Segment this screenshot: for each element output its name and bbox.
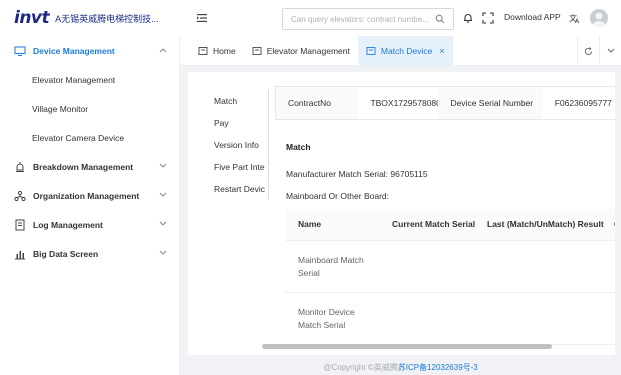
fullscreen-icon[interactable] [482, 12, 494, 24]
chevron-down-icon [159, 221, 167, 226]
sidebar-item-elevator-management[interactable]: Elevator Management [0, 65, 179, 94]
organization-icon [14, 190, 26, 201]
sidebar-group-device-management[interactable]: Device Management [0, 36, 179, 65]
row-name: Monitor Device Match Serial [286, 306, 380, 332]
footer: @Copyright ©英威腾苏ICP备12032639号-3 [180, 362, 621, 373]
contract-no-label: ContractNo [276, 87, 359, 119]
manufacturer-match-label: Manufacturer Match Serial: [286, 169, 389, 179]
anchor-divider [268, 90, 269, 200]
chevron-down-icon [607, 48, 614, 53]
search-input[interactable] [291, 14, 431, 24]
row-name-line1: Monitor Device [298, 306, 355, 317]
svg-text:A: A [575, 18, 580, 24]
table-header: Name Current Match Serial Last (Match/Un… [286, 209, 615, 241]
serial-number-value: F06236095777 [554, 98, 612, 108]
log-icon [15, 219, 25, 230]
manufacturer-match-value: 96705115 [390, 169, 428, 179]
sidebar-item-village-monitor[interactable]: Village Monitor [0, 94, 179, 123]
tab-home[interactable]: Home [190, 36, 244, 66]
anchor-five-part-intercom[interactable]: Five Part Inte [214, 156, 274, 178]
tab-tools [577, 36, 621, 66]
bell-icon[interactable] [462, 12, 474, 24]
anchor-pay[interactable]: Pay [214, 112, 274, 134]
chevron-down-icon [159, 192, 167, 197]
serial-number-label: Device Serial Number [438, 87, 543, 119]
chart-icon [15, 250, 25, 259]
brand-logo: invt [14, 8, 50, 28]
sidebar-group-breakdown-management[interactable]: Breakdown Management [0, 152, 179, 181]
row-name-line1: Mainboard Match [298, 254, 364, 265]
table-row: Monitor Device Match Serial [286, 293, 615, 345]
anchor-nav: Match Pay Version Info Five Part Inte Re… [214, 90, 274, 200]
row-name: Mainboard Match Serial [286, 254, 380, 280]
sidebar-group-log-management[interactable]: Log Management [0, 210, 179, 239]
tab-label: Home [213, 45, 236, 56]
top-header: Download APP 文 A [180, 0, 621, 36]
icp-link[interactable]: 苏ICP备12032639号-3 [398, 363, 478, 372]
table-row: Mainboard Match Serial [286, 241, 615, 293]
match-serial-table: Name Current Match Serial Last (Match/Un… [286, 209, 615, 345]
tab-bar: Home Elevator Management Match Device × [180, 35, 621, 66]
search-icon[interactable] [435, 14, 445, 24]
anchor-version-info[interactable]: Version Info [214, 134, 274, 156]
page-icon [198, 46, 208, 55]
column-header-name: Name [298, 219, 322, 229]
page-icon [366, 46, 376, 55]
sidebar: Device Management Elevator Management Vi… [0, 36, 180, 375]
main-content: Match Pay Version Info Five Part Inte Re… [180, 66, 621, 375]
sidebar-group-label: Device Management [33, 45, 115, 56]
brand-name: A无锡英威腾电梯控制技... [55, 13, 159, 24]
column-header-last-result: Last (Match/UnMatch) Result [487, 219, 604, 229]
tab-match-device[interactable]: Match Device × [357, 35, 453, 66]
download-app-link[interactable]: Download APP [504, 12, 561, 22]
sidebar-group-organization-management[interactable]: Organization Management [0, 181, 179, 210]
tab-menu-button[interactable] [599, 36, 621, 66]
language-icon[interactable]: 文 A [569, 12, 581, 24]
anchor-match[interactable]: Match [214, 90, 274, 112]
copyright-text: @Copyright ©英威腾 [323, 363, 398, 372]
tab-label: Elevator Management [266, 45, 350, 56]
user-icon [592, 12, 606, 27]
sidebar-group-label: Log Management [33, 219, 103, 230]
monitor-icon [14, 46, 26, 56]
sidebar-item-elevator-camera-device[interactable]: Elevator Camera Device [0, 123, 179, 152]
refresh-button[interactable] [577, 36, 599, 66]
brand: invt A无锡英威腾电梯控制技... [0, 0, 180, 36]
section-title-match: Match [286, 142, 311, 152]
elevator-search[interactable] [282, 8, 454, 30]
column-header-current-match-serial: Current Match Serial [392, 219, 476, 229]
tab-label: Match Device [380, 45, 433, 56]
row-name-line2: Serial [298, 267, 320, 278]
row-name-line2: Match Serial [298, 319, 346, 330]
sidebar-group-label: Breakdown Management [33, 161, 134, 172]
contract-no-value: TBOX1729578080 [370, 98, 441, 108]
chevron-up-icon [159, 48, 167, 53]
tab-elevator-management[interactable]: Elevator Management [244, 36, 358, 66]
horizontal-scrollbar[interactable] [262, 344, 552, 349]
alarm-icon [16, 161, 24, 172]
match-device-panel: Match Pay Version Info Five Part Inte Re… [188, 72, 615, 355]
sidebar-group-big-data-screen[interactable]: Big Data Screen [0, 239, 179, 268]
sidebar-group-label: Organization Management [33, 190, 140, 201]
close-icon[interactable]: × [439, 46, 444, 56]
column-header-ch: Ch [602, 218, 615, 231]
menu-collapse-icon[interactable] [196, 12, 208, 24]
refresh-icon [584, 46, 593, 55]
device-info-table: ContractNo TBOX1729578080 Device Serial … [275, 86, 615, 120]
manufacturer-match-serial: Manufacturer Match Serial: 96705115 [286, 169, 428, 179]
anchor-restart-device[interactable]: Restart Devic [214, 178, 274, 200]
sidebar-group-label: Big Data Screen [33, 248, 99, 259]
mainboard-label: Mainboard Or Other Board: [286, 191, 389, 201]
user-avatar[interactable] [590, 9, 608, 27]
chevron-down-icon [159, 250, 167, 255]
chevron-down-icon [159, 163, 167, 168]
page-icon [252, 46, 262, 55]
